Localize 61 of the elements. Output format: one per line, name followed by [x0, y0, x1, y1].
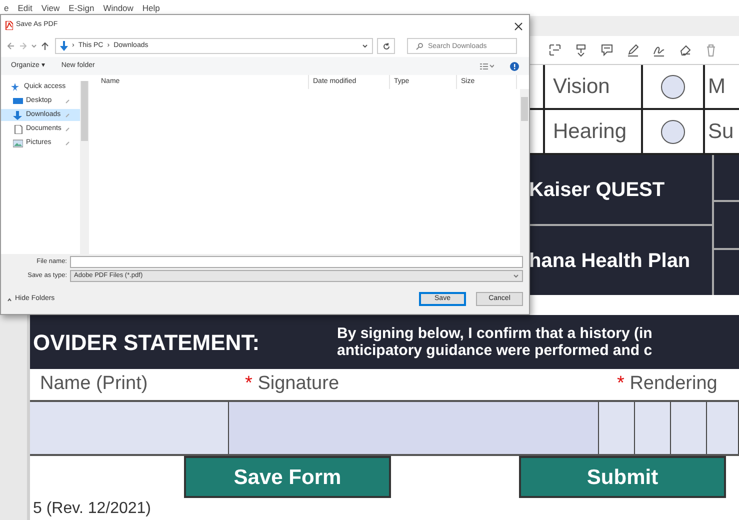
- picture-icon: [13, 138, 23, 148]
- field-label: Name (Print): [40, 373, 148, 394]
- scrollbar[interactable]: [80, 81, 89, 254]
- pin-icon: [65, 126, 70, 132]
- stamp-icon[interactable]: [574, 43, 588, 57]
- statement-text: By signing below, I confirm that a history (in anticipatory guidance were performed and c: [337, 325, 652, 359]
- input-field[interactable]: [599, 402, 635, 454]
- plan-name: Kaiser QUEST: [529, 178, 665, 202]
- caret-icon: [513, 273, 519, 279]
- download-icon: [60, 41, 68, 51]
- pen-icon[interactable]: [626, 43, 640, 57]
- required-asterisk: *: [617, 373, 624, 394]
- fit-page-icon[interactable]: [548, 43, 562, 57]
- input-field[interactable]: [671, 402, 707, 454]
- revision-text: 5 (Rev. 12/2021): [32, 500, 152, 517]
- caret-icon: [7, 296, 12, 302]
- cell-label: Hearing: [553, 118, 627, 145]
- monitor-icon: [13, 96, 23, 106]
- menu-item[interactable]: E-Sign: [68, 2, 94, 14]
- menu-item[interactable]: Window: [103, 2, 134, 14]
- menu-item[interactable]: e: [4, 2, 9, 14]
- refresh-button[interactable]: [377, 38, 395, 54]
- close-icon: [514, 22, 523, 31]
- view-icon[interactable]: [480, 62, 494, 70]
- radio-button[interactable]: [661, 120, 685, 144]
- comment-icon[interactable]: [600, 43, 614, 57]
- radio-button[interactable]: [661, 74, 685, 98]
- document-icon: [13, 124, 23, 134]
- search-icon: [416, 43, 423, 50]
- input-field[interactable]: [635, 402, 671, 454]
- back-icon[interactable]: [7, 42, 15, 50]
- caret-icon[interactable]: [362, 43, 368, 49]
- action-button[interactable]: Submit: [519, 456, 726, 498]
- eraser-icon[interactable]: [678, 43, 692, 57]
- action-button[interactable]: Save Form: [184, 456, 391, 498]
- up-icon[interactable]: [41, 42, 49, 50]
- section-heading: OVIDER STATEMENT:: [32, 328, 261, 356]
- pin-icon: [65, 98, 70, 104]
- field-label: Signature: [258, 373, 340, 394]
- signature-field[interactable]: [229, 402, 599, 454]
- cell-label: Su: [708, 118, 734, 145]
- menu-item[interactable]: Help: [142, 2, 160, 14]
- menu-item[interactable]: View: [41, 2, 60, 14]
- refresh-icon: [382, 42, 390, 50]
- trash-icon[interactable]: [704, 43, 718, 57]
- required-asterisk: *: [245, 373, 252, 394]
- help-icon[interactable]: [510, 62, 519, 70]
- input-field[interactable]: [707, 402, 739, 454]
- pdf-icon: [5, 20, 13, 30]
- pin-icon: [65, 140, 70, 146]
- pin-icon: [11, 82, 21, 92]
- menu-item[interactable]: Edit: [18, 2, 32, 14]
- pin-icon: [65, 112, 70, 118]
- name-field[interactable]: [30, 402, 229, 454]
- cell-label: M: [708, 74, 726, 100]
- file-name-field[interactable]: [70, 256, 523, 268]
- cell-label: Vision: [553, 74, 610, 100]
- field-label: Rendering: [630, 373, 718, 394]
- plan-name: hana Health Plan: [529, 248, 690, 274]
- download-icon: [13, 110, 23, 120]
- scrollbar[interactable]: [520, 89, 529, 254]
